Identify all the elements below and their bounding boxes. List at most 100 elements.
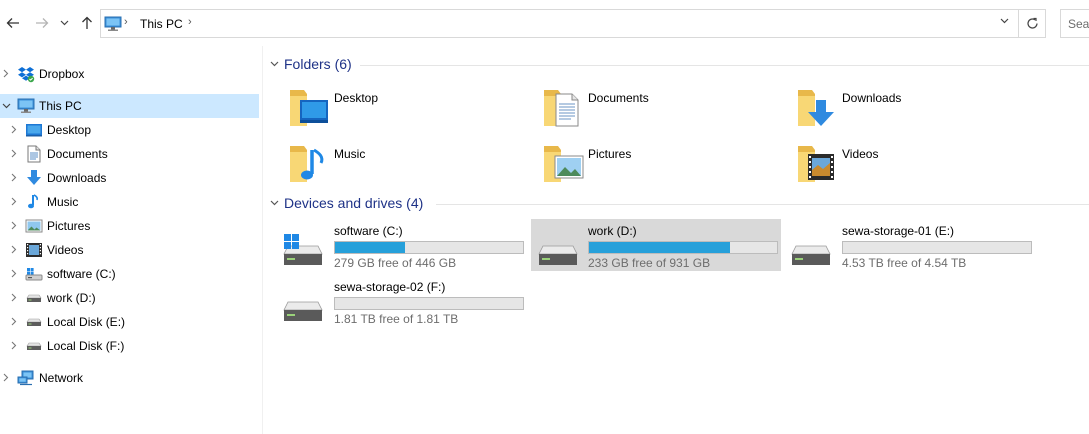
sidebar-item-label: Music xyxy=(47,195,79,209)
drive-usage-bar xyxy=(334,241,524,254)
refresh-icon xyxy=(1026,17,1038,29)
sidebar-item-label: Network xyxy=(39,371,84,385)
drive-sewa-storage-02-f[interactable]: sewa-storage-02 (F:) 1.81 TB free of 1.8… xyxy=(278,276,528,328)
pictures-icon xyxy=(25,219,43,233)
chevron-right-icon[interactable] xyxy=(11,149,17,158)
windows-drive-icon xyxy=(283,234,323,265)
sidebar-item-label: Documents xyxy=(47,147,108,161)
folder-pictures[interactable]: Pictures xyxy=(542,140,782,192)
computer-icon xyxy=(104,16,122,31)
chevron-right-icon[interactable] xyxy=(11,125,17,134)
sidebar-item-label: work (D:) xyxy=(47,291,96,305)
documents-folder-icon xyxy=(544,90,579,127)
desktop-folder-icon xyxy=(290,90,328,126)
breadcrumb-this-pc[interactable]: This PC xyxy=(140,17,183,31)
music-icon xyxy=(28,194,39,209)
drive-work-d[interactable]: work (D:) 233 GB free of 931 GB xyxy=(531,219,781,271)
sidebar-item-label: Downloads xyxy=(47,171,107,185)
folder-desktop[interactable]: Desktop xyxy=(288,84,528,136)
drive-name: sewa-storage-02 (F:) xyxy=(334,280,446,294)
network-icon xyxy=(17,370,34,386)
chevron-right-icon[interactable] xyxy=(3,69,9,78)
folders-section-header[interactable]: Folders (6) xyxy=(270,55,1089,75)
sidebar-item-local-disk-e[interactable]: Local Disk (E:) xyxy=(0,310,259,334)
drive-sewa-storage-01-e[interactable]: sewa-storage-01 (E:) 4.53 TB free of 4.5… xyxy=(786,220,1036,272)
drive-icon xyxy=(538,245,578,265)
drive-name: sewa-storage-01 (E:) xyxy=(842,224,955,238)
chevron-right-icon[interactable] xyxy=(11,245,17,254)
music-folder-icon xyxy=(290,146,324,182)
drive-usage-bar xyxy=(842,241,1032,254)
drive-usage-bar xyxy=(334,297,524,310)
breadcrumb-separator-icon[interactable]: › xyxy=(124,16,128,28)
sidebar-item-label: Dropbox xyxy=(39,67,85,81)
sidebar-item-label: Desktop xyxy=(47,123,92,137)
back-arrow-icon xyxy=(6,18,19,28)
up-arrow-icon xyxy=(82,16,92,29)
drive-usage-bar xyxy=(588,241,778,254)
folder-downloads[interactable]: Downloads xyxy=(796,84,1036,136)
chevron-down-icon[interactable] xyxy=(270,61,279,67)
sidebar-item-network[interactable]: Network xyxy=(0,366,259,390)
folder-label: Music xyxy=(334,147,366,161)
sidebar-item-desktop[interactable]: Desktop xyxy=(0,118,259,142)
sidebar-item-work-d[interactable]: work (D:) xyxy=(0,286,259,310)
sidebar-item-label: This PC xyxy=(39,99,82,113)
sidebar-item-local-disk-f[interactable]: Local Disk (F:) xyxy=(0,334,259,358)
sidebar-item-label: Pictures xyxy=(47,219,91,233)
pane-divider[interactable] xyxy=(262,46,263,434)
drives-section-header[interactable]: Devices and drives (4) xyxy=(270,194,1089,214)
up-button[interactable] xyxy=(78,12,96,34)
drive-usage-fill xyxy=(335,242,405,253)
folder-label: Documents xyxy=(588,91,649,105)
drive-software-c[interactable]: software (C:) 279 GB free of 446 GB xyxy=(278,220,528,272)
sidebar-item-downloads[interactable]: Downloads xyxy=(0,166,259,190)
chevron-right-icon[interactable] xyxy=(11,317,17,326)
breadcrumb-separator-icon[interactable]: › xyxy=(188,16,192,28)
drives-section-title: Devices and drives (4) xyxy=(284,195,424,211)
sidebar-item-pictures[interactable]: Pictures xyxy=(0,214,259,238)
chevron-down-icon[interactable] xyxy=(2,103,11,109)
chevron-right-icon[interactable] xyxy=(11,173,17,182)
sidebar-item-videos[interactable]: Videos xyxy=(0,238,259,262)
drive-icon xyxy=(26,318,42,326)
navigation-pane: Dropbox This PC Desktop Documents Downlo… xyxy=(0,46,262,434)
desktop-icon xyxy=(26,124,42,137)
drive-usage-fill xyxy=(589,242,730,253)
search-input[interactable]: Sear xyxy=(1060,9,1089,38)
chevron-right-icon[interactable] xyxy=(11,293,17,302)
chevron-down-icon[interactable] xyxy=(1000,18,1009,24)
sidebar-item-documents[interactable]: Documents xyxy=(0,142,259,166)
sidebar-item-dropbox[interactable]: Dropbox xyxy=(0,62,259,86)
downloads-icon xyxy=(27,170,41,185)
folder-label: Videos xyxy=(842,147,879,161)
sidebar-item-label: Videos xyxy=(47,243,84,257)
folders-section-title: Folders (6) xyxy=(284,56,352,72)
back-button[interactable] xyxy=(4,12,22,34)
forward-arrow-icon xyxy=(36,18,49,28)
chevron-right-icon[interactable] xyxy=(3,373,9,382)
folder-music[interactable]: Music xyxy=(288,140,528,192)
folder-label: Pictures xyxy=(588,147,632,161)
folder-documents[interactable]: Documents xyxy=(542,84,782,136)
chevron-right-icon[interactable] xyxy=(11,197,17,206)
forward-button[interactable] xyxy=(33,12,51,34)
drive-free-space: 1.81 TB free of 1.81 TB xyxy=(334,312,459,326)
recent-locations-button[interactable] xyxy=(57,12,71,34)
drive-name: work (D:) xyxy=(588,224,637,238)
sidebar-item-label: Local Disk (F:) xyxy=(47,339,125,353)
section-divider xyxy=(360,65,1089,66)
chevron-right-icon[interactable] xyxy=(11,221,17,230)
sidebar-item-this-pc[interactable]: This PC xyxy=(0,94,259,118)
sidebar-item-software-c[interactable]: software (C:) xyxy=(0,262,259,286)
chevron-right-icon[interactable] xyxy=(11,269,17,278)
computer-icon xyxy=(17,98,35,113)
address-bar[interactable]: › This PC › xyxy=(100,9,1019,38)
chevron-right-icon[interactable] xyxy=(11,341,17,350)
folder-videos[interactable]: Videos xyxy=(796,140,1036,192)
chevron-down-icon[interactable] xyxy=(270,200,279,206)
chevron-down-icon xyxy=(60,20,68,26)
refresh-button[interactable] xyxy=(1019,9,1046,38)
dropbox-icon xyxy=(18,67,35,83)
sidebar-item-music[interactable]: Music xyxy=(0,190,259,214)
